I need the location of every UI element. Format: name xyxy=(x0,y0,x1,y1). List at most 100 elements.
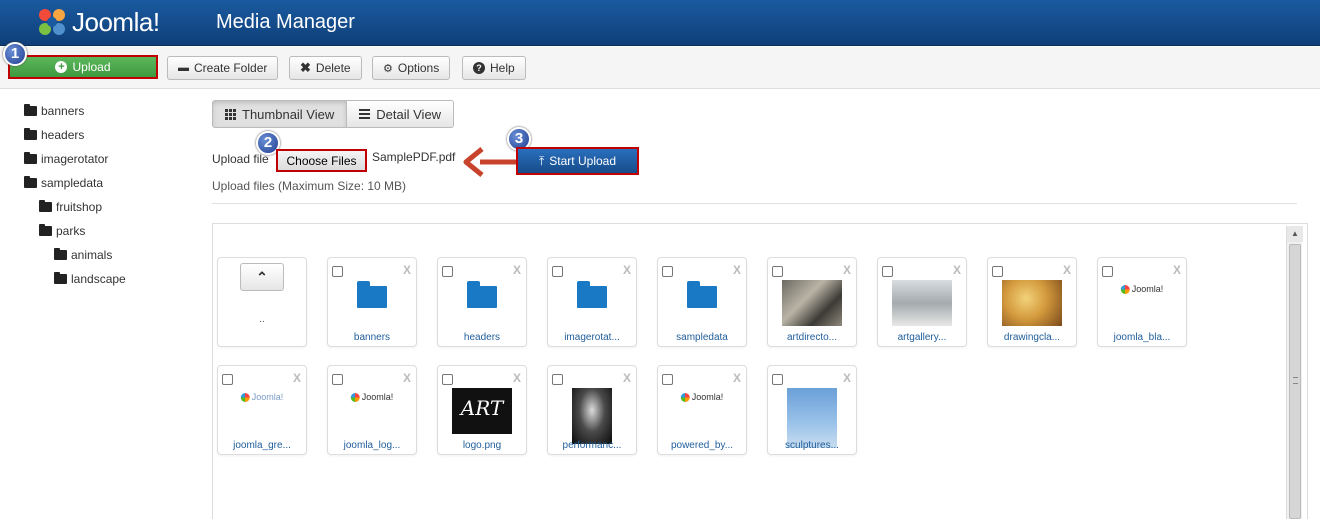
select-checkbox[interactable] xyxy=(662,266,673,277)
media-item-performance[interactable]: X performanc... xyxy=(547,365,637,455)
start-upload-button[interactable]: ⤒ Start Upload xyxy=(516,147,639,175)
select-checkbox[interactable] xyxy=(662,374,673,385)
help-button[interactable]: ? Help xyxy=(462,56,526,80)
detail-view-label: Detail View xyxy=(376,106,442,122)
select-checkbox[interactable] xyxy=(552,266,563,277)
media-item-banners[interactable]: X banners xyxy=(327,257,417,347)
media-item-imagerotator[interactable]: X imagerotat... xyxy=(547,257,637,347)
media-item-artgallery[interactable]: X artgallery... xyxy=(877,257,967,347)
delete-icon[interactable]: X xyxy=(513,371,521,385)
media-item-headers[interactable]: X headers xyxy=(437,257,527,347)
plus-circle-icon: + xyxy=(55,61,68,73)
tree-item-imagerotator[interactable]: imagerotator xyxy=(24,152,108,166)
options-button[interactable]: ⚙ Options xyxy=(372,56,451,80)
delete-icon[interactable]: X xyxy=(733,263,741,277)
selected-file-name: SamplePDF.pdf xyxy=(372,150,456,164)
tree-item-fruitshop[interactable]: fruitshop xyxy=(39,200,102,214)
media-item-caption[interactable]: joomla_log... xyxy=(328,440,416,451)
photo-thumbnail xyxy=(787,388,837,448)
image-thumbnail: Joomla! xyxy=(240,388,283,402)
image-thumbnail: Joomla! xyxy=(680,388,723,402)
folder-icon xyxy=(577,281,607,308)
media-item-caption[interactable]: sculptures... xyxy=(768,440,856,451)
media-item-logo-png[interactable]: X ART logo.png xyxy=(437,365,527,455)
delete-icon[interactable]: X xyxy=(1173,263,1181,277)
folder-icon xyxy=(24,128,37,140)
delete-icon[interactable]: X xyxy=(403,371,411,385)
delete-icon[interactable]: X xyxy=(953,263,961,277)
tree-item-banners[interactable]: banners xyxy=(24,104,84,118)
media-item-caption[interactable]: drawingcla... xyxy=(988,332,1076,343)
parent-folder-label: .. xyxy=(259,314,265,325)
delete-icon[interactable]: X xyxy=(403,263,411,277)
upload-button[interactable]: + Upload xyxy=(8,55,158,79)
media-item-caption[interactable]: joomla_gre... xyxy=(218,440,306,451)
media-item-joomla-logo[interactable]: X Joomla! joomla_log... xyxy=(327,365,417,455)
create-folder-button[interactable]: ▬ Create Folder xyxy=(167,56,279,80)
delete-icon[interactable]: X xyxy=(843,371,851,385)
tree-item-sampledata[interactable]: sampledata xyxy=(24,176,103,190)
media-item-caption[interactable]: artdirecto... xyxy=(768,332,856,343)
select-checkbox[interactable] xyxy=(772,266,783,277)
select-checkbox[interactable] xyxy=(1102,266,1113,277)
help-icon: ? xyxy=(473,62,485,74)
select-checkbox[interactable] xyxy=(992,266,1003,277)
select-checkbox[interactable] xyxy=(882,266,893,277)
delete-icon[interactable]: X xyxy=(623,263,631,277)
folder-up-tile[interactable]: ⌃ .. xyxy=(217,257,307,347)
media-item-sculptures[interactable]: X sculptures... xyxy=(767,365,857,455)
upload-icon: ⤒ xyxy=(538,153,545,168)
media-item-artdirector[interactable]: X artdirecto... xyxy=(767,257,857,347)
photo-thumbnail xyxy=(782,280,842,326)
media-item-caption[interactable]: imagerotat... xyxy=(548,332,636,343)
scroll-thumb[interactable] xyxy=(1289,244,1301,519)
tree-item-label: banners xyxy=(41,104,85,118)
chevron-up-icon[interactable]: ⌃ xyxy=(240,263,284,291)
media-item-caption[interactable]: logo.png xyxy=(438,440,526,451)
thumbnail-view-button[interactable]: Thumbnail View xyxy=(212,100,348,128)
media-item-joomla-black[interactable]: X Joomla! joomla_bla... xyxy=(1097,257,1187,347)
tree-item-label: sampledata xyxy=(41,176,104,190)
help-label: Help xyxy=(490,61,515,75)
photo-thumbnail xyxy=(1002,280,1062,326)
media-item-drawingclass[interactable]: X drawingcla... xyxy=(987,257,1077,347)
media-item-sampledata[interactable]: X sampledata xyxy=(657,257,747,347)
list-icon xyxy=(359,109,371,119)
media-item-powered-by[interactable]: X Joomla! powered_by... xyxy=(657,365,747,455)
media-item-caption[interactable]: headers xyxy=(438,332,526,343)
folder-thumbnail xyxy=(467,280,497,308)
tree-item-animals[interactable]: animals xyxy=(54,248,112,262)
media-item-caption[interactable]: powered_by... xyxy=(658,440,746,451)
select-checkbox[interactable] xyxy=(552,374,563,385)
delete-icon[interactable]: X xyxy=(1063,263,1071,277)
media-item-caption[interactable]: banners xyxy=(328,332,416,343)
scroll-up-arrow-icon[interactable]: ▲ xyxy=(1287,226,1303,242)
media-item-caption[interactable]: performanc... xyxy=(548,440,636,451)
detail-view-button[interactable]: Detail View xyxy=(347,100,455,128)
tree-item-landscape[interactable]: landscape xyxy=(54,272,126,286)
delete-icon[interactable]: X xyxy=(513,263,521,277)
select-checkbox[interactable] xyxy=(332,266,343,277)
select-checkbox[interactable] xyxy=(442,266,453,277)
media-item-caption[interactable]: artgallery... xyxy=(878,332,966,343)
delete-icon[interactable]: X xyxy=(293,371,301,385)
max-size-note: Upload files (Maximum Size: 10 MB) xyxy=(212,179,407,193)
tree-item-parks[interactable]: parks xyxy=(39,224,85,238)
delete-icon[interactable]: X xyxy=(623,371,631,385)
media-item-joomla-green[interactable]: X Joomla! joomla_gre... xyxy=(217,365,307,455)
divider xyxy=(212,203,1297,204)
delete-icon[interactable]: X xyxy=(733,371,741,385)
select-checkbox[interactable] xyxy=(222,374,233,385)
delete-button[interactable]: ✖ Delete xyxy=(289,56,362,80)
delete-icon[interactable]: X xyxy=(843,263,851,277)
select-checkbox[interactable] xyxy=(772,374,783,385)
select-checkbox[interactable] xyxy=(442,374,453,385)
select-checkbox[interactable] xyxy=(332,374,343,385)
media-item-caption[interactable]: joomla_bla... xyxy=(1098,332,1186,343)
choose-files-button[interactable]: Choose Files xyxy=(276,149,367,172)
media-item-caption[interactable]: sampledata xyxy=(658,332,746,343)
scrollbar[interactable]: ▲ xyxy=(1286,226,1303,519)
joomla-logo[interactable]: Joomla! xyxy=(36,6,160,38)
tree-item-headers[interactable]: headers xyxy=(24,128,84,142)
tree-item-label: parks xyxy=(56,224,86,238)
